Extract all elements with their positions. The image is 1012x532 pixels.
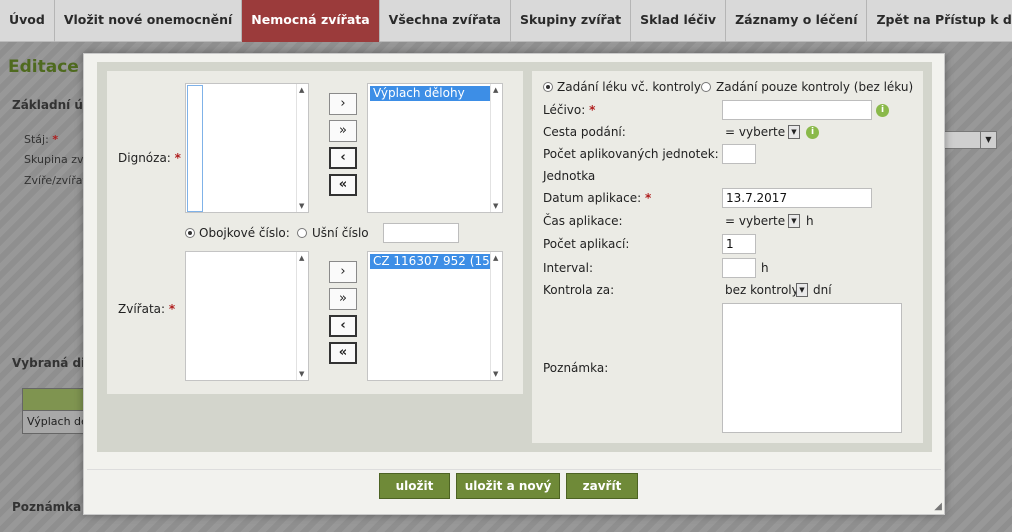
animals-move-right-button[interactable]: › — [329, 261, 357, 283]
scroll-down-icon[interactable]: ▼ — [493, 370, 498, 378]
scroll-up-icon[interactable]: ▲ — [493, 86, 498, 94]
mode-only-control-radio[interactable] — [701, 82, 711, 92]
selection-panel: Dignóza: * ▲ ▼ › » ‹ « Výplach dělohy ▲ ▼ … — [107, 71, 523, 394]
resize-grip-icon[interactable]: ◢ — [934, 501, 942, 512]
diagnosis-table: Výplach děl — [22, 388, 92, 434]
chevron-down-icon: ▼ — [791, 217, 797, 225]
note-textarea[interactable] — [722, 303, 902, 433]
scrollbar[interactable]: ▲ ▼ — [296, 252, 308, 380]
scroll-up-icon[interactable]: ▲ — [299, 86, 304, 94]
drug-input[interactable] — [722, 100, 872, 120]
diagnosis-selected-list[interactable]: Výplach dělohy ▲ ▼ — [367, 83, 503, 213]
move-all-right-button[interactable]: » — [329, 120, 357, 142]
scroll-down-icon[interactable]: ▼ — [299, 202, 304, 210]
control-dropdown[interactable]: ▼ — [796, 283, 808, 297]
units-count-label: Počet aplikovaných jednotek: * — [543, 147, 729, 161]
nav-item-nemocna-zvirata[interactable]: Nemocná zvířata — [242, 0, 380, 42]
dialog-content: Dignóza: * ▲ ▼ › » ‹ « Výplach dělohy ▲ ▼ … — [97, 62, 932, 452]
nav-item-sklad-leciv[interactable]: Sklad léčiv — [631, 0, 727, 42]
route-dropdown[interactable]: ▼ — [788, 125, 800, 139]
ear-number-label: Ušní číslo — [312, 226, 369, 240]
collar-number-radio[interactable] — [185, 228, 195, 238]
animals-selected-list[interactable]: CZ 116307 952 (15) ▲ ▼ — [367, 251, 503, 381]
scrollbar[interactable]: ▲ ▼ — [296, 84, 308, 212]
list-item[interactable]: CZ 116307 952 (15) — [370, 254, 494, 269]
nav-item-vsechna-zvirata[interactable]: Všechna zvířata — [380, 0, 511, 42]
animal-id-filter-input[interactable] — [383, 223, 459, 243]
edit-dialog: Dignóza: * ▲ ▼ › » ‹ « Výplach dělohy ▲ ▼ … — [83, 53, 945, 515]
applications-label: Počet aplikací: — [543, 237, 630, 251]
chevron-down-icon: ▼ — [980, 132, 996, 148]
route-label: Cesta podání: — [543, 125, 626, 139]
animals-move-all-right-button[interactable]: » — [329, 288, 357, 310]
mode-with-drug-label: Zadání léku vč. kontroly — [557, 80, 701, 94]
animals-label: Zvířata: * — [118, 302, 176, 316]
control-unit: dní — [813, 283, 832, 297]
move-all-left-button[interactable]: « — [329, 174, 357, 196]
list-focus-ring — [187, 85, 203, 212]
time-unit: h — [806, 214, 814, 228]
animals-available-list[interactable]: ▲ ▼ — [185, 251, 309, 381]
close-button[interactable]: zavřít — [566, 473, 638, 499]
note-heading: Poznámka — [12, 500, 82, 514]
animals-move-all-left-button[interactable]: « — [329, 342, 357, 364]
time-dropdown[interactable]: ▼ — [788, 214, 800, 228]
interval-input[interactable] — [722, 258, 756, 278]
move-left-button[interactable]: ‹ — [329, 147, 357, 169]
save-and-new-button[interactable]: uložit a nový — [456, 473, 560, 499]
chevron-down-icon: ▼ — [799, 286, 805, 294]
table-header — [23, 389, 91, 411]
stall-select[interactable]: ▼ — [940, 131, 997, 149]
nav-item-skupiny-zvirat[interactable]: Skupiny zvířat — [511, 0, 632, 42]
move-right-button[interactable]: › — [329, 93, 357, 115]
stall-label: Stáj: * — [24, 133, 59, 146]
control-select-value[interactable]: bez kontroly — [725, 283, 799, 297]
footer-divider — [87, 469, 941, 470]
scroll-up-icon[interactable]: ▲ — [493, 254, 498, 262]
scroll-down-icon[interactable]: ▼ — [493, 202, 498, 210]
treatment-form: Zadání léku vč. kontroly Zadání pouze ko… — [532, 71, 923, 443]
time-label: Čas aplikace: — [543, 214, 623, 228]
diagnosis-label: Dignóza: * — [118, 151, 181, 165]
mode-only-control-label: Zadání pouze kontroly (bez léku) — [716, 80, 914, 94]
applications-input[interactable]: 1 — [722, 234, 756, 254]
chevron-down-icon: ▼ — [791, 128, 797, 136]
ear-number-radio[interactable] — [297, 228, 307, 238]
units-count-input[interactable] — [722, 144, 756, 164]
scroll-up-icon[interactable]: ▲ — [299, 254, 304, 262]
group-label: Skupina zví — [24, 153, 87, 166]
date-label: Datum aplikace: * — [543, 191, 652, 205]
drug-label: Léčivo: * — [543, 103, 596, 117]
note-label: Poznámka: — [543, 361, 609, 375]
table-row: Výplach děl — [23, 411, 91, 433]
info-icon[interactable]: i — [876, 104, 889, 117]
collar-number-label: Obojkové číslo: — [199, 226, 290, 240]
nav-item-zpet[interactable]: Zpět na Přístup k datům — [867, 0, 1012, 42]
nav-item-zaznamy[interactable]: Záznamy o léčení — [726, 0, 868, 42]
control-label: Kontrola za: — [543, 283, 615, 297]
nav-item-vlozit[interactable]: Vložit nové onemocnění — [55, 0, 243, 42]
interval-unit: h — [761, 261, 769, 275]
top-nav: Úvod Vložit nové onemocnění Nemocná zvíř… — [0, 0, 1012, 42]
nav-item-uvod[interactable]: Úvod — [0, 0, 55, 42]
animals-move-left-button[interactable]: ‹ — [329, 315, 357, 337]
save-button[interactable]: uložit — [379, 473, 450, 499]
diagnosis-available-list[interactable]: ▲ ▼ — [185, 83, 309, 213]
unit-label: Jednotka — [543, 169, 596, 183]
list-item[interactable]: Výplach dělohy — [370, 86, 490, 101]
interval-label: Interval: — [543, 261, 593, 275]
scroll-down-icon[interactable]: ▼ — [299, 370, 304, 378]
scrollbar[interactable]: ▲ ▼ — [490, 84, 502, 212]
info-icon[interactable]: i — [806, 126, 819, 139]
mode-with-drug-radio[interactable] — [543, 82, 553, 92]
date-input[interactable]: 13.7.2017 — [722, 188, 872, 208]
scrollbar[interactable]: ▲ ▼ — [490, 252, 502, 380]
